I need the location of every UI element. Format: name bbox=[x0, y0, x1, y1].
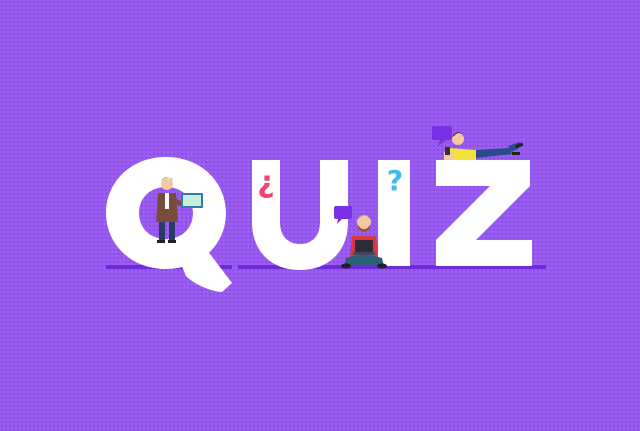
question-mark: ? bbox=[387, 164, 403, 197]
speech-bubble-icon bbox=[432, 126, 452, 140]
person-lying-with-phone-icon bbox=[432, 126, 524, 160]
quiz-artwork: ¿ ? bbox=[106, 126, 546, 292]
speech-bubble-icon bbox=[334, 206, 352, 219]
inverted-question-mark: ¿ bbox=[257, 165, 274, 200]
quiz-illustration: QUIZ ¿ ? bbox=[0, 0, 640, 427]
letter-z bbox=[436, 160, 532, 266]
